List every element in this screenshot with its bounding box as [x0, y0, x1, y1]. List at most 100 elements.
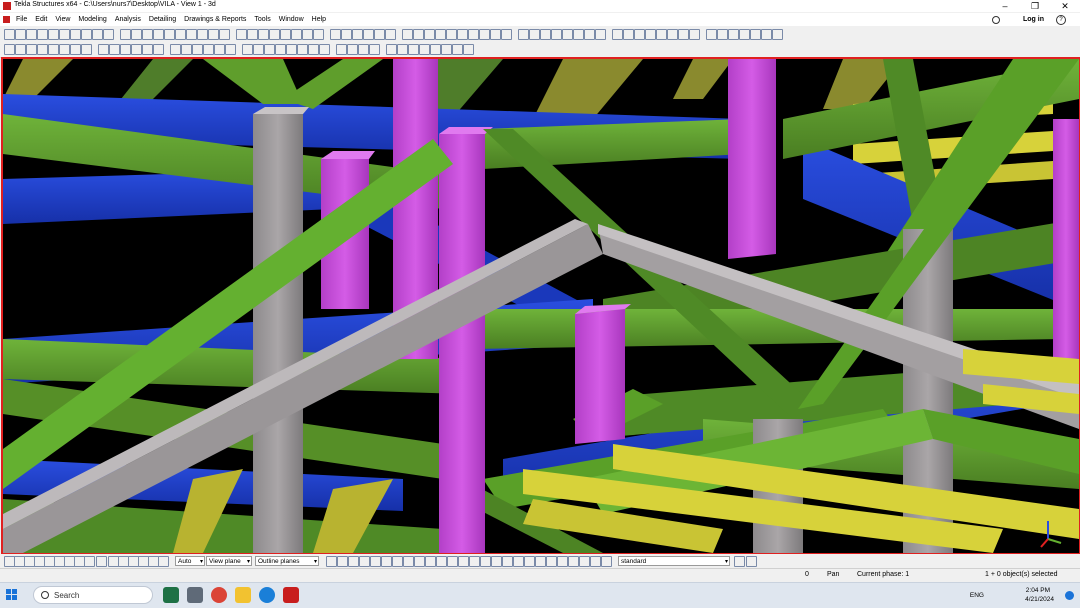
toolbar-button-icon[interactable] [347, 44, 358, 55]
toolbar-button-icon[interactable] [153, 29, 164, 40]
toolbar-button-icon[interactable] [164, 29, 175, 40]
toolbar-button-icon[interactable] [302, 29, 313, 40]
toolbar-button-icon[interactable] [562, 29, 573, 40]
toolbar-button-icon[interactable] [601, 556, 612, 567]
toolbar-button-icon[interactable] [242, 44, 253, 55]
toolbar-button-icon[interactable] [491, 556, 502, 567]
toolbar-button-icon[interactable] [540, 29, 551, 40]
toolbar-button-icon[interactable] [264, 44, 275, 55]
toolbar-button-icon[interactable] [424, 29, 435, 40]
toolbar-button-icon[interactable] [258, 29, 269, 40]
toolbar-button-icon[interactable] [546, 556, 557, 567]
toolbar-button-icon[interactable] [579, 556, 590, 567]
toolbar-button-icon[interactable] [557, 556, 568, 567]
toolbar-button-icon[interactable] [430, 44, 441, 55]
toolbar-button-icon[interactable] [181, 44, 192, 55]
status-phase[interactable]: Current phase: 1 [857, 571, 909, 578]
toolbar-button-icon[interactable] [297, 44, 308, 55]
toolbar-button-icon[interactable] [381, 556, 392, 567]
chrome-icon[interactable] [211, 587, 227, 603]
toolbar-button-icon[interactable] [84, 556, 95, 567]
toolbar-button-icon[interactable] [120, 44, 131, 55]
toolbar-button-icon[interactable] [501, 29, 512, 40]
calculator-icon[interactable] [187, 587, 203, 603]
toolbar-button-icon[interactable] [425, 556, 436, 567]
toolbar-button-icon[interactable] [96, 556, 107, 567]
toolbar-button-icon[interactable] [253, 44, 264, 55]
login-button[interactable]: Log in [1023, 13, 1044, 26]
edge-icon[interactable] [259, 587, 275, 603]
tekla-taskbar-icon[interactable] [283, 587, 299, 603]
menu-drawings-reports[interactable]: Drawings & Reports [180, 13, 250, 26]
toolbar-button-icon[interactable] [37, 29, 48, 40]
toolbar-button-icon[interactable] [214, 44, 225, 55]
toolbar-button-icon[interactable] [37, 44, 48, 55]
toolbar-button-icon[interactable] [706, 29, 717, 40]
toolbar-button-icon[interactable] [595, 29, 606, 40]
toolbar-button-icon[interactable] [513, 556, 524, 567]
toolbar-button-icon[interactable] [219, 29, 230, 40]
file-explorer-icon[interactable] [235, 587, 251, 603]
toolbar-button-icon[interactable] [667, 29, 678, 40]
app-menu-icon[interactable] [3, 16, 10, 23]
menu-help[interactable]: Help [308, 13, 330, 26]
toolbar-button-icon[interactable] [518, 29, 529, 40]
toolbar-button-icon[interactable] [746, 556, 757, 567]
toolbar-button-icon[interactable] [403, 556, 414, 567]
standard-combo[interactable]: standard ▾ [618, 556, 730, 566]
toolbar-button-icon[interactable] [717, 29, 728, 40]
toolbar-button-icon[interactable] [397, 44, 408, 55]
toolbar-button-icon[interactable] [59, 44, 70, 55]
notification-icon[interactable] [1065, 591, 1074, 600]
toolbar-button-icon[interactable] [468, 29, 479, 40]
toolbar-button-icon[interactable] [15, 29, 26, 40]
menu-analysis[interactable]: Analysis [111, 13, 145, 26]
toolbar-button-icon[interactable] [689, 29, 700, 40]
toolbar-button-icon[interactable] [502, 556, 513, 567]
toolbar-button-icon[interactable] [551, 29, 562, 40]
toolbar-button-icon[interactable] [535, 556, 546, 567]
toolbar-button-icon[interactable] [447, 556, 458, 567]
toolbar-button-icon[interactable] [186, 29, 197, 40]
toolbar-button-icon[interactable] [436, 556, 447, 567]
toolbar-button-icon[interactable] [336, 44, 347, 55]
toolbar-button-icon[interactable] [463, 44, 474, 55]
toolbar-button-icon[interactable] [170, 44, 181, 55]
toolbar-button-icon[interactable] [419, 44, 430, 55]
outline-combo[interactable]: Outline planes ▾ [255, 556, 319, 566]
toolbar-button-icon[interactable] [70, 29, 81, 40]
toolbar-button-icon[interactable] [59, 29, 70, 40]
toolbar-button-icon[interactable] [363, 29, 374, 40]
toolbar-button-icon[interactable] [352, 29, 363, 40]
clock-time[interactable]: 2:04 PM [1026, 587, 1050, 594]
toolbar-button-icon[interactable] [469, 556, 480, 567]
toolbar-button-icon[interactable] [369, 44, 380, 55]
toolbar-button-icon[interactable] [247, 29, 258, 40]
toolbar-button-icon[interactable] [131, 44, 142, 55]
menu-detailing[interactable]: Detailing [145, 13, 180, 26]
toolbar-button-icon[interactable] [584, 29, 595, 40]
toolbar-button-icon[interactable] [208, 29, 219, 40]
toolbar-button-icon[interactable] [280, 29, 291, 40]
excel-icon[interactable] [163, 587, 179, 603]
toolbar-button-icon[interactable] [103, 29, 114, 40]
toolbar-button-icon[interactable] [728, 29, 739, 40]
toolbar-button-icon[interactable] [457, 29, 468, 40]
menu-view[interactable]: View [51, 13, 74, 26]
toolbar-button-icon[interactable] [175, 29, 186, 40]
minimize-button[interactable]: – [990, 0, 1020, 12]
menu-modeling[interactable]: Modeling [74, 13, 110, 26]
toolbar-button-icon[interactable] [370, 556, 381, 567]
language-indicator[interactable]: ENG [970, 592, 984, 599]
toolbar-button-icon[interactable] [750, 29, 761, 40]
toolbar-button-icon[interactable] [275, 44, 286, 55]
toolbar-button-icon[interactable] [480, 556, 491, 567]
model-view-3d[interactable] [1, 57, 1080, 555]
toolbar-button-icon[interactable] [392, 556, 403, 567]
toolbar-button-icon[interactable] [197, 29, 208, 40]
toolbar-button-icon[interactable] [142, 29, 153, 40]
toolbar-button-icon[interactable] [92, 29, 103, 40]
toolbar-button-icon[interactable] [524, 556, 535, 567]
toolbar-button-icon[interactable] [414, 556, 425, 567]
toolbar-button-icon[interactable] [435, 29, 446, 40]
